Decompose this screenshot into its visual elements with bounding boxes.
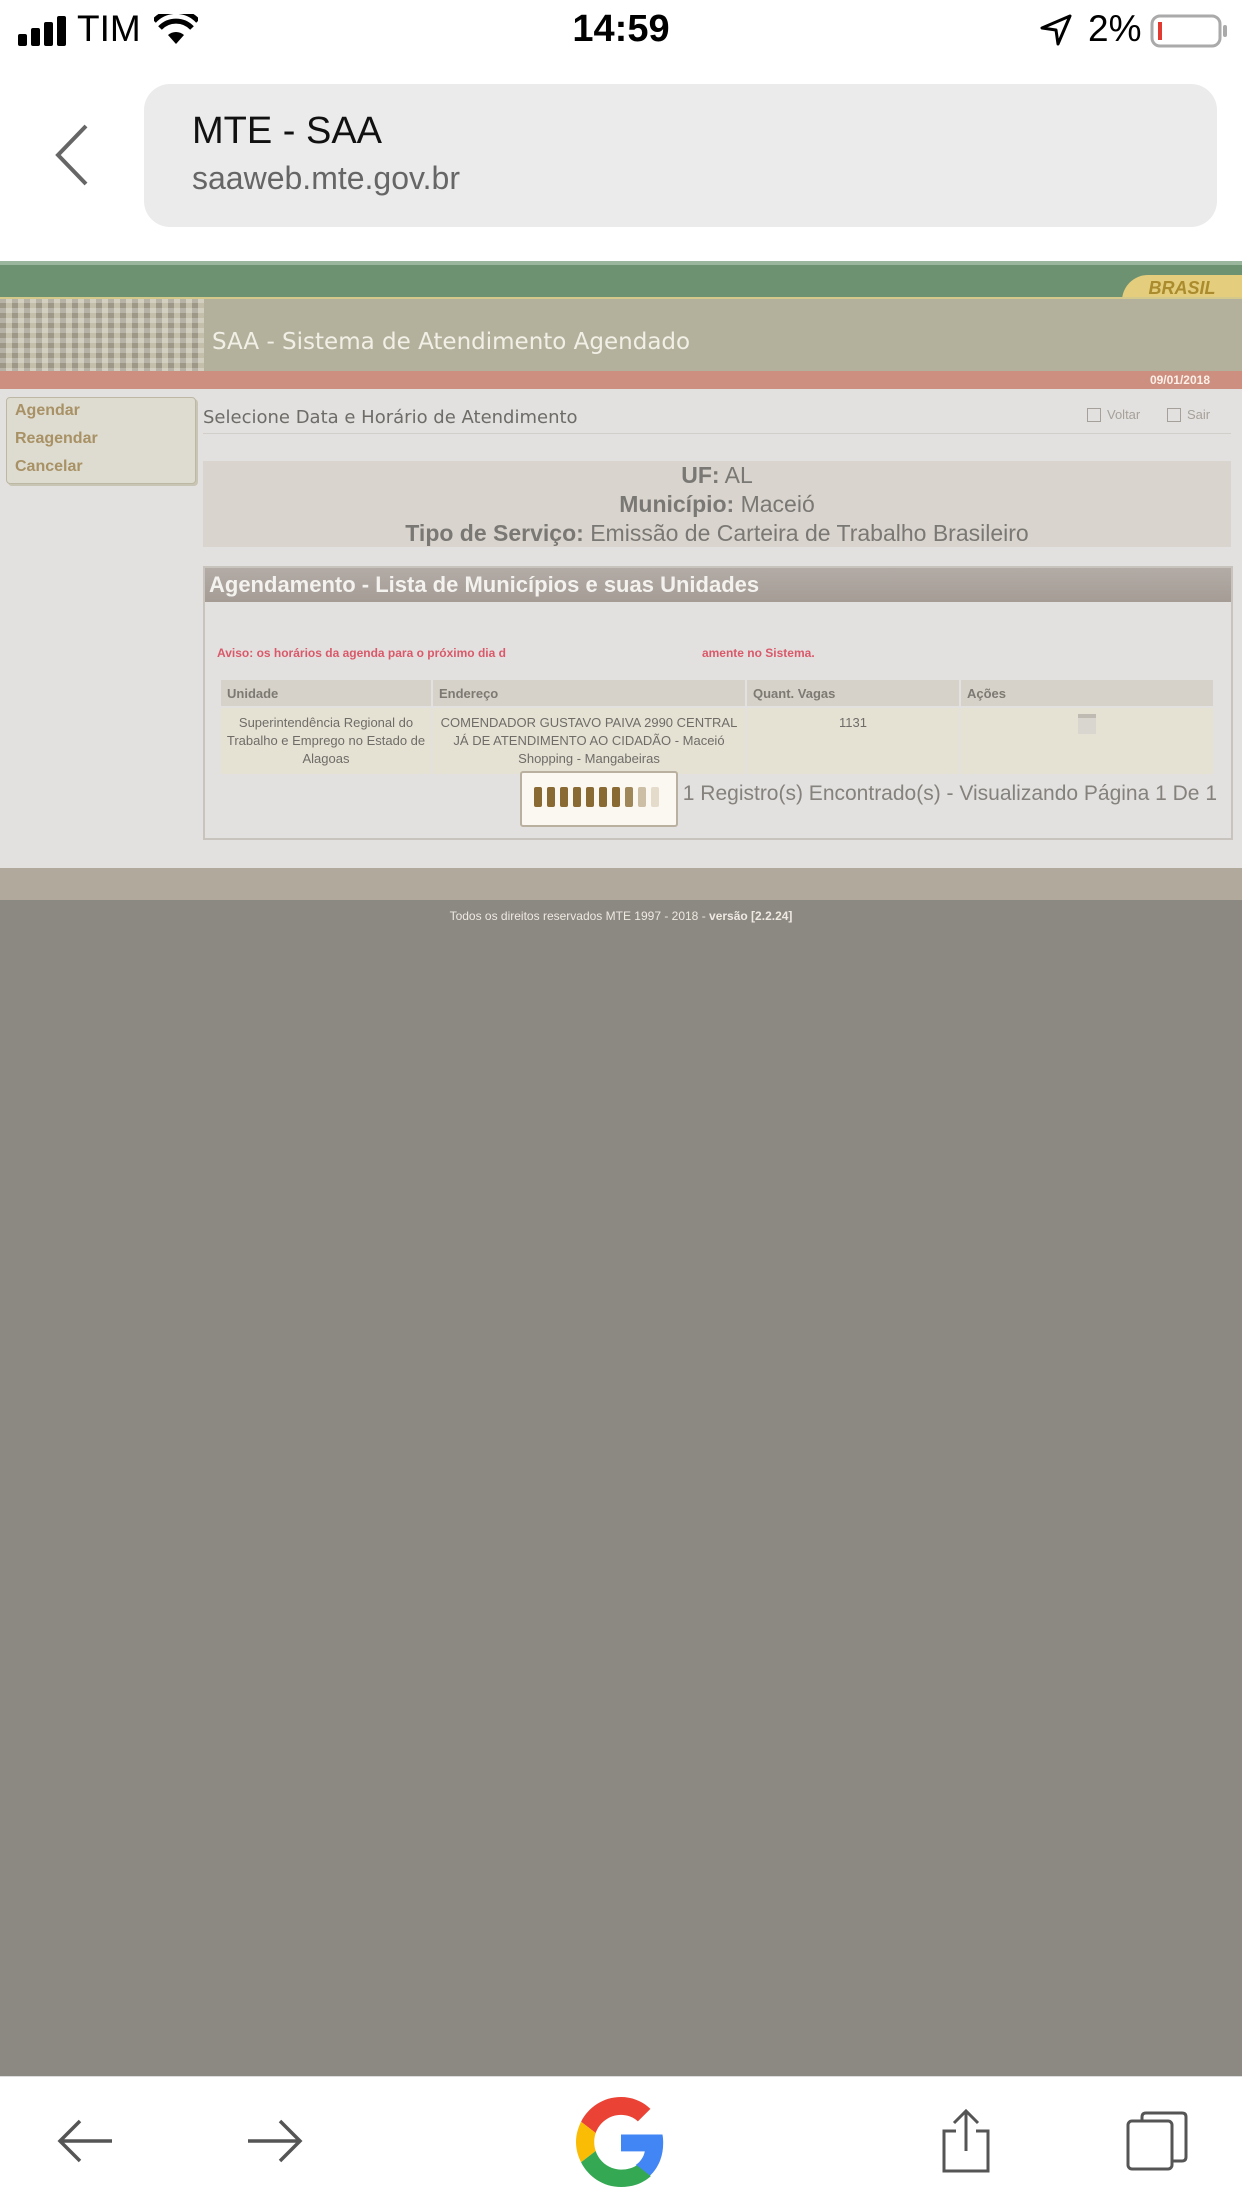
loader-segment xyxy=(638,787,646,807)
nav-agendar[interactable]: Agendar xyxy=(15,402,80,420)
loader-segment xyxy=(547,787,555,807)
web-page: BRASIL SAA - Sistema de Atendimento Agen… xyxy=(0,261,1242,2076)
panel-title: Agendamento - Lista de Municípios e suas… xyxy=(205,568,1231,602)
loader-segment xyxy=(625,787,633,807)
cell-acoes xyxy=(961,708,1213,774)
site-header: SAA - Sistema de Atendimento Agendado xyxy=(0,297,1242,373)
footer-version: versão [2.2.24] xyxy=(709,909,793,923)
back-chevron-icon[interactable] xyxy=(52,122,92,188)
nav-cancelar[interactable]: Cancelar xyxy=(15,458,83,476)
footer: Todos os direitos reservados MTE 1997 - … xyxy=(0,909,1242,923)
current-date: 09/01/2018 xyxy=(1149,373,1210,387)
table-row: Superintendência Regional do Trabalho e … xyxy=(221,708,1213,774)
battery-percent: 2% xyxy=(1088,8,1142,49)
loader-segment xyxy=(573,787,581,807)
url-bar[interactable] xyxy=(144,84,1217,227)
units-table: Unidade Endereço Quant. Vagas Ações Supe… xyxy=(219,678,1215,776)
browser-domain: saaweb.mte.gov.br xyxy=(192,160,460,196)
notice-left: Aviso: os horários da agenda para o próx… xyxy=(217,646,506,660)
tabs-icon[interactable] xyxy=(1126,2111,1188,2171)
exit-label: Sair xyxy=(1187,407,1211,422)
cell-endereco: COMENDADOR GUSTAVO PAIVA 2990 CENTRAL JÁ… xyxy=(433,708,745,774)
uf-value: AL xyxy=(724,462,753,488)
gov-strip: BRASIL xyxy=(0,261,1242,301)
service-value: Emissão de Carteira de Trabalho Brasilei… xyxy=(590,520,1029,546)
content-area: Agendar Reagendar Cancelar Selecione Dat… xyxy=(0,389,1242,868)
loader-segment xyxy=(599,787,607,807)
col-acoes: Ações xyxy=(961,680,1213,706)
back-button[interactable]: Voltar xyxy=(1087,407,1140,422)
municipio-row: Município: Maceió xyxy=(203,490,1231,519)
browser-toolbar xyxy=(0,2076,1242,2209)
col-unidade: Unidade xyxy=(221,680,431,706)
back-arrow-icon[interactable] xyxy=(56,2119,114,2163)
back-arrow-icon xyxy=(1087,408,1101,422)
forward-arrow-icon[interactable] xyxy=(246,2119,304,2163)
location-icon xyxy=(1040,14,1072,46)
loader-segment xyxy=(534,787,542,807)
heading-divider xyxy=(203,433,1231,434)
table-header-row: Unidade Endereço Quant. Vagas Ações xyxy=(221,680,1213,706)
notice-right: amente no Sistema. xyxy=(701,646,815,660)
notice-text: Aviso: os horários da agenda para o próx… xyxy=(217,646,815,660)
nav-reagendar[interactable]: Reagendar xyxy=(15,430,98,448)
date-bar: 09/01/2018 xyxy=(0,371,1242,389)
municipio-label: Município: xyxy=(619,491,735,517)
footer-copyright: Todos os direitos reservados MTE 1997 - … xyxy=(449,909,710,923)
loader-segment xyxy=(612,787,620,807)
browser-page-title: MTE - SAA xyxy=(192,110,383,152)
cell-unidade: Superintendência Regional do Trabalho e … xyxy=(221,708,431,774)
service-row: Tipo de Serviço: Emissão de Carteira de … xyxy=(203,519,1231,548)
battery-icon xyxy=(1150,14,1227,48)
google-icon[interactable] xyxy=(576,2097,666,2187)
col-endereco: Endereço xyxy=(433,680,745,706)
side-menu: Agendar Reagendar Cancelar xyxy=(6,397,196,484)
back-label: Voltar xyxy=(1107,407,1141,422)
municipio-value: Maceió xyxy=(740,491,815,517)
uf-row: UF: AL xyxy=(203,461,1231,490)
calendar-icon[interactable] xyxy=(1078,714,1096,734)
system-title: SAA - Sistema de Atendimento Agendado xyxy=(212,329,691,355)
uf-label: UF: xyxy=(681,462,720,488)
loader-segment xyxy=(560,787,568,807)
col-vagas: Quant. Vagas xyxy=(747,680,959,706)
home-icon xyxy=(1167,408,1181,422)
footer-bar xyxy=(0,868,1242,900)
records-summary: 1 Registro(s) Encontrado(s) - Visualizan… xyxy=(682,782,1217,805)
page-heading: Selecione Data e Horário de Atendimento xyxy=(203,407,578,428)
share-icon[interactable] xyxy=(940,2107,992,2175)
loader-segment xyxy=(651,787,659,807)
status-bar: TIM 14:59 2% xyxy=(0,0,1242,62)
loading-indicator xyxy=(520,771,678,827)
exit-button[interactable]: Sair xyxy=(1167,407,1210,422)
header-image-overlay xyxy=(0,299,204,373)
selection-summary: UF: AL Município: Maceió Tipo de Serviço… xyxy=(203,461,1231,547)
loader-segment xyxy=(586,787,594,807)
cell-vagas: 1131 xyxy=(747,708,959,774)
service-label: Tipo de Serviço: xyxy=(405,520,584,546)
units-panel: Agendamento - Lista de Municípios e suas… xyxy=(203,566,1233,840)
